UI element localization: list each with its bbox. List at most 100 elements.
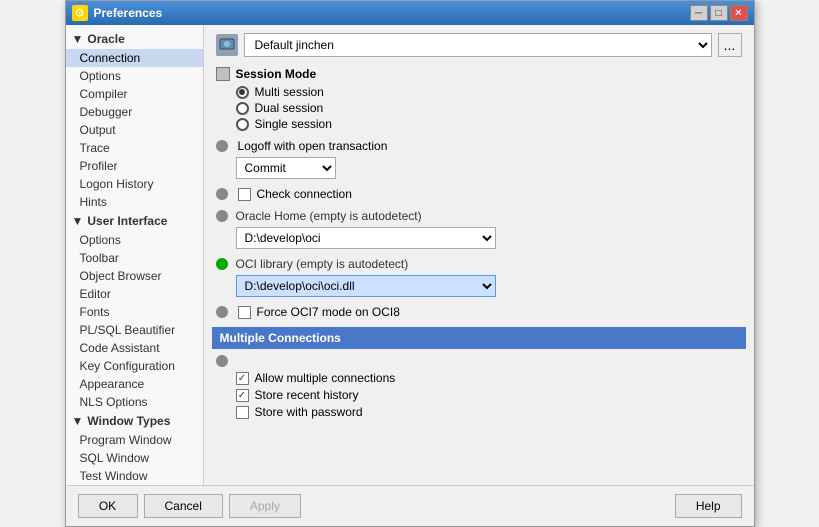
maximize-button[interactable]: □ [710,5,728,21]
dual-session-label: Dual session [255,101,324,115]
check-connection-indicator [216,188,228,200]
session-mode-title: Session Mode [236,67,317,81]
apply-button[interactable]: Apply [229,494,301,518]
oci-library-indicator [216,258,228,270]
sidebar-item-sql-window[interactable]: SQL Window [66,449,203,467]
sidebar-item-trace[interactable]: Trace [66,139,203,157]
main-panel: Default jinchen ... Session Mode Multi s… [204,25,754,485]
single-session-label: Single session [255,117,332,131]
sidebar-section-ui-label: User Interface [87,214,167,228]
sidebar-item-debugger[interactable]: Debugger [66,103,203,121]
force-oci7-checkbox[interactable] [238,306,251,319]
check-connection-label: Check connection [257,187,352,201]
oracle-home-label: Oracle Home (empty is autodetect) [236,209,422,223]
sidebar-item-code-assistant[interactable]: Code Assistant [66,339,203,357]
oci-library-block: OCI library (empty is autodetect) D:\dev… [216,257,742,297]
profile-icon [216,34,238,56]
sidebar-item-object-browser[interactable]: Object Browser [66,267,203,285]
session-mode-block: Session Mode Multi session Dual session … [216,67,742,131]
user-interface-arrow-icon: ▼ [72,214,84,228]
sidebar-item-ui-options[interactable]: Options [66,231,203,249]
sidebar-item-output[interactable]: Output [66,121,203,139]
window-types-arrow-icon: ▼ [72,414,84,428]
session-mode-header: Session Mode [216,67,742,81]
force-oci7-block: Force OCI7 mode on OCI8 [216,305,742,319]
footer: OK Cancel Apply Help [66,485,754,526]
allow-multiple-row: Allow multiple connections [236,371,742,385]
oracle-home-label-row: Oracle Home (empty is autodetect) [216,209,742,223]
sidebar-section-window-types[interactable]: ▼ Window Types [66,411,203,431]
oracle-arrow-icon: ▼ [72,32,84,46]
titlebar: ⚙ Preferences ─ □ ✕ [66,1,754,25]
allow-multiple-checkbox[interactable] [236,372,249,385]
cancel-button[interactable]: Cancel [144,494,223,518]
sidebar-item-connection[interactable]: Connection [66,49,203,67]
logoff-label: Logoff with open transaction [238,139,388,153]
check-connection-block: Check connection [216,187,742,201]
allow-multiple-label: Allow multiple connections [255,371,396,385]
allow-multiple-header [216,355,742,367]
single-session-radio[interactable] [236,118,249,131]
multi-session-radio[interactable] [236,86,249,99]
sidebar-item-nls-options[interactable]: NLS Options [66,393,203,411]
force-oci7-indicator [216,306,228,318]
check-connection-header: Check connection [216,187,742,201]
help-button[interactable]: Help [675,494,742,518]
oci-library-dropdown[interactable]: D:\develop\oci\oci.dll [236,275,496,297]
minimize-button[interactable]: ─ [690,5,708,21]
sidebar-item-hints[interactable]: Hints [66,193,203,211]
store-recent-row: Store recent history [236,388,742,402]
footer-left-buttons: OK Cancel Apply [78,494,301,518]
multiple-connections-title: Multiple Connections [220,331,341,345]
sidebar-item-key-configuration[interactable]: Key Configuration [66,357,203,375]
logoff-header: Logoff with open transaction [216,139,742,153]
check-connection-checkbox[interactable] [238,188,251,201]
sidebar-item-fonts[interactable]: Fonts [66,303,203,321]
logoff-indicator [216,140,228,152]
sidebar-item-compiler[interactable]: Compiler [66,85,203,103]
store-password-row: Store with password [236,405,742,419]
multi-session-label: Multi session [255,85,324,99]
window-title: Preferences [94,6,684,20]
sidebar-item-profiler[interactable]: Profiler [66,157,203,175]
force-oci7-label: Force OCI7 mode on OCI8 [257,305,400,319]
oci-library-label-row: OCI library (empty is autodetect) [216,257,742,271]
store-recent-checkbox[interactable] [236,389,249,402]
sidebar-item-plsql-beautifier[interactable]: PL/SQL Beautifier [66,321,203,339]
sidebar-item-test-window[interactable]: Test Window [66,467,203,485]
sidebar-section-user-interface[interactable]: ▼ User Interface [66,211,203,231]
multiple-connections-row[interactable]: Multiple Connections [212,327,746,349]
oracle-home-block: Oracle Home (empty is autodetect) D:\dev… [216,209,742,249]
logoff-dropdown[interactable]: Commit Rollback Ask [236,157,336,179]
profile-bar: Default jinchen ... [216,33,742,57]
dual-session-radio[interactable] [236,102,249,115]
sidebar-item-appearance[interactable]: Appearance [66,375,203,393]
sidebar: ▼ Oracle Connection Options Compiler Deb… [66,25,204,485]
logoff-block: Logoff with open transaction Commit Roll… [216,139,742,179]
ok-button[interactable]: OK [78,494,138,518]
sidebar-item-toolbar[interactable]: Toolbar [66,249,203,267]
sidebar-item-program-window[interactable]: Program Window [66,431,203,449]
single-session-row: Single session [236,117,742,131]
sidebar-section-oracle[interactable]: ▼ Oracle [66,29,203,49]
close-button[interactable]: ✕ [730,5,748,21]
sidebar-item-logon-history[interactable]: Logon History [66,175,203,193]
profile-select[interactable]: Default jinchen [244,33,712,57]
dual-session-row: Dual session [236,101,742,115]
store-password-checkbox[interactable] [236,406,249,419]
window-controls: ─ □ ✕ [690,5,748,21]
sidebar-section-oracle-label: Oracle [87,32,124,46]
sidebar-item-editor[interactable]: Editor [66,285,203,303]
multi-session-row: Multi session [236,85,742,99]
sidebar-item-options[interactable]: Options [66,67,203,85]
allow-multiple-indicator [216,355,228,367]
oracle-home-indicator [216,210,228,222]
oracle-home-dropdown[interactable]: D:\develop\oci [236,227,496,249]
store-recent-label: Store recent history [255,388,359,402]
session-mode-radio-group: Multi session Dual session Single sessio… [216,85,742,131]
force-oci7-header: Force OCI7 mode on OCI8 [216,305,742,319]
session-mode-checkbox[interactable] [216,67,230,81]
profile-more-button[interactable]: ... [718,33,742,57]
window-icon: ⚙ [72,5,88,21]
oci-library-label: OCI library (empty is autodetect) [236,257,409,271]
